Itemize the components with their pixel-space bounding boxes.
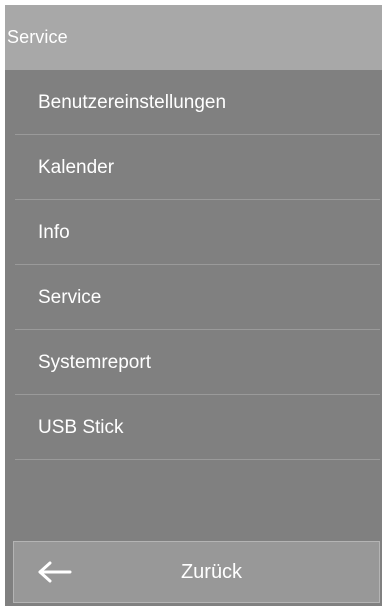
- header-bar: Service: [5, 5, 382, 70]
- menu-item-label: Info: [38, 221, 70, 243]
- menu-item-info[interactable]: Info: [5, 200, 382, 265]
- service-menu-panel: Service Benutzereinstellungen Kalender I…: [5, 5, 382, 606]
- page-title: Service: [7, 27, 68, 47]
- menu-item-label: Systemreport: [38, 351, 151, 373]
- menu-item-label: Service: [38, 286, 102, 308]
- menu-item-kalender[interactable]: Kalender: [5, 135, 382, 200]
- menu-item-usb-stick[interactable]: USB Stick: [5, 395, 382, 460]
- menu-item-benutzereinstellungen[interactable]: Benutzereinstellungen: [5, 70, 382, 135]
- back-button[interactable]: Zurück: [13, 541, 380, 603]
- menu-item-label: USB Stick: [38, 416, 124, 438]
- back-button-label: Zurück: [180, 560, 243, 583]
- menu-item-service[interactable]: Service: [5, 265, 382, 330]
- menu-item-label: Benutzereinstellungen: [38, 91, 227, 113]
- menu-item-systemreport[interactable]: Systemreport: [5, 330, 382, 395]
- menu-list: Benutzereinstellungen Kalender Info Serv…: [5, 70, 382, 460]
- menu-item-label: Kalender: [38, 156, 115, 178]
